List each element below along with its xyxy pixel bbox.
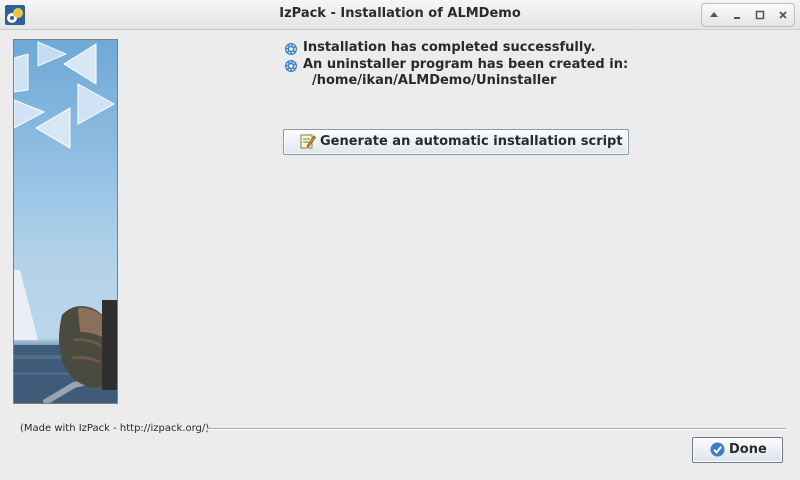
done-label: Done xyxy=(729,442,767,457)
footer-separator xyxy=(207,428,786,430)
gear-bullet-icon xyxy=(284,41,298,55)
title-bar[interactable]: IzPack - Installation of ALMDemo xyxy=(0,0,800,30)
made-with-label: (Made with IzPack - http://izpack.org/) xyxy=(20,423,210,434)
gear-bullet-icon xyxy=(284,58,298,72)
sailing-illustration xyxy=(14,41,117,403)
uninstaller-message: An uninstaller program has been created … xyxy=(303,57,629,72)
minimize-button[interactable] xyxy=(729,7,745,23)
success-message: Installation has completed successfully. xyxy=(303,40,596,55)
restore-button[interactable] xyxy=(706,7,722,23)
close-icon xyxy=(778,11,787,19)
check-circle-icon xyxy=(710,442,725,457)
maximize-icon xyxy=(755,10,764,20)
uninstaller-path: /home/ikan/ALMDemo/Uninstaller xyxy=(312,73,557,88)
window-title: IzPack - Installation of ALMDemo xyxy=(279,6,521,21)
maximize-button[interactable] xyxy=(752,7,768,23)
minimize-icon xyxy=(733,17,740,19)
window-controls xyxy=(701,3,795,27)
generate-script-label: Generate an automatic installation scrip… xyxy=(320,134,623,149)
edit-script-icon xyxy=(300,133,317,149)
close-button[interactable] xyxy=(775,7,791,23)
generate-script-button[interactable]: Generate an automatic installation scrip… xyxy=(283,129,629,155)
chevron-up-icon xyxy=(709,12,718,17)
done-button[interactable]: Done xyxy=(692,437,783,463)
side-banner-image xyxy=(13,39,118,404)
